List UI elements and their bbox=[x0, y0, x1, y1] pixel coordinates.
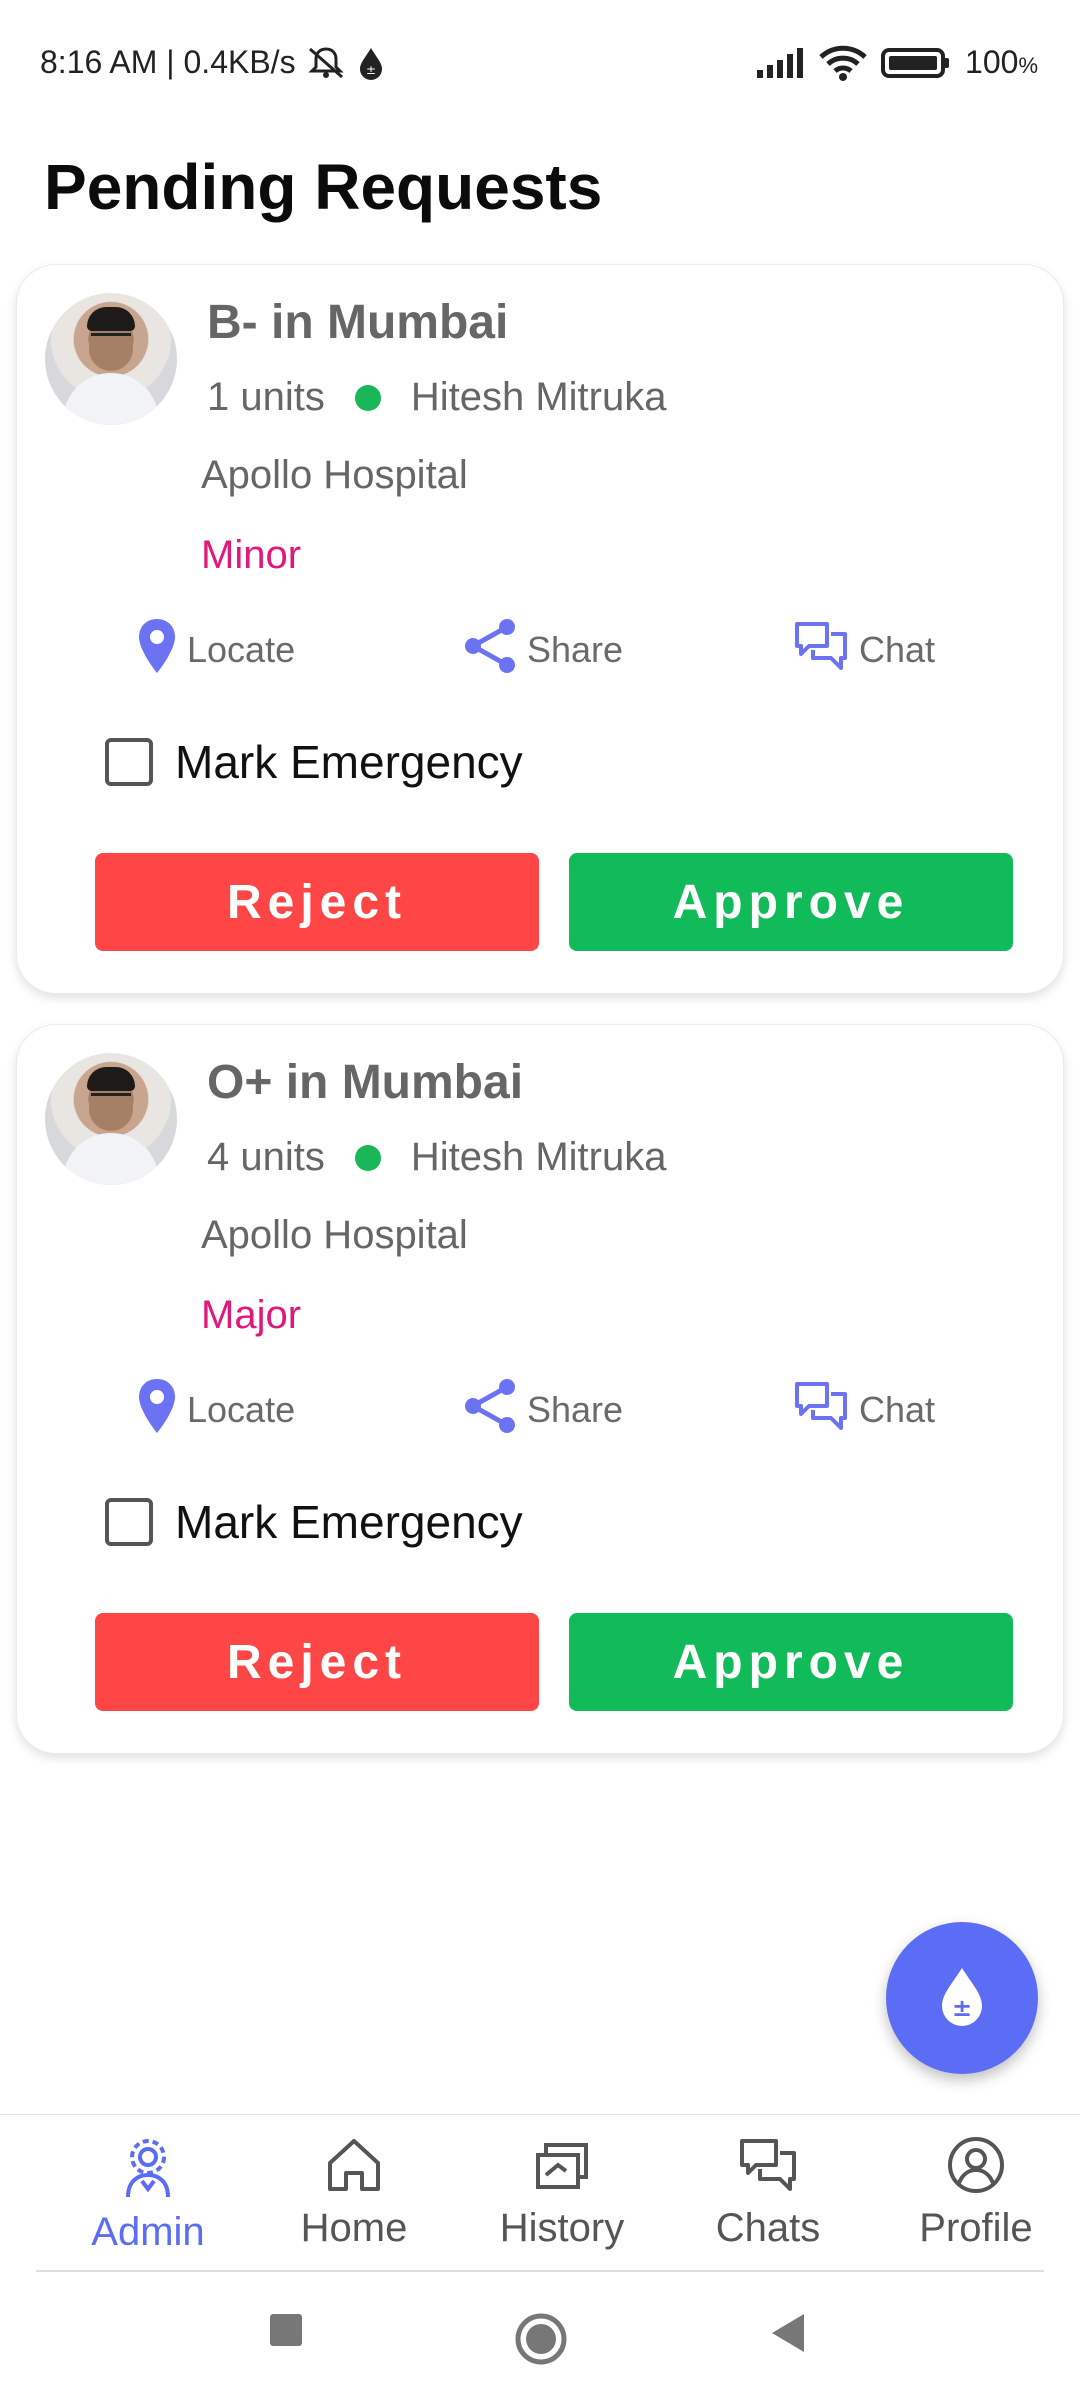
share-icon bbox=[463, 1377, 517, 1444]
request-card: O+ in Mumbai 4 units Hitesh Mitruka Apol… bbox=[16, 1024, 1064, 1754]
chat-button[interactable]: Chat bbox=[793, 1365, 935, 1455]
reject-button[interactable]: Reject bbox=[95, 853, 539, 951]
nav-home[interactable]: Home bbox=[254, 2135, 454, 2251]
share-icon bbox=[463, 617, 517, 684]
location-pin-icon bbox=[137, 1377, 177, 1444]
request-meta: 1 units Hitesh Mitruka bbox=[207, 375, 666, 420]
profile-icon bbox=[946, 2135, 1006, 2200]
nav-profile[interactable]: Profile bbox=[876, 2135, 1076, 2251]
home-system-button[interactable] bbox=[514, 2312, 568, 2371]
bottom-navigation: Admin Home History Chats Profile bbox=[0, 2114, 1080, 2274]
nav-chats[interactable]: Chats bbox=[668, 2135, 868, 2251]
back-button[interactable] bbox=[768, 2312, 808, 2359]
avatar bbox=[45, 293, 177, 425]
status-left: 8:16 AM | 0.4KB/s ± bbox=[40, 44, 386, 81]
chat-label: Chat bbox=[859, 1389, 936, 1430]
notification-mute-icon bbox=[306, 45, 346, 81]
reject-button[interactable]: Reject bbox=[95, 1613, 539, 1711]
share-button[interactable]: Share bbox=[463, 1365, 623, 1455]
nav-history-label: History bbox=[499, 2206, 625, 2250]
severity-label: Major bbox=[201, 1293, 302, 1337]
signal-icon bbox=[755, 47, 805, 78]
mark-emergency-checkbox[interactable] bbox=[105, 1498, 153, 1546]
status-dot bbox=[354, 1144, 381, 1171]
mark-emergency-row[interactable]: Mark Emergency bbox=[105, 735, 523, 789]
share-label: Share bbox=[527, 1389, 624, 1430]
admin-gear-person-icon bbox=[118, 2135, 178, 2204]
chat-icon bbox=[793, 618, 849, 683]
chat-icon bbox=[793, 1378, 849, 1443]
status-time-speed: 8:16 AM | 0.4KB/s bbox=[40, 44, 296, 80]
units-label: 1 units bbox=[207, 375, 325, 419]
svg-text:±: ± bbox=[366, 63, 376, 77]
hospital-name: Apollo Hospital bbox=[201, 1213, 468, 1257]
nav-chats-label: Chats bbox=[715, 2206, 821, 2250]
circle-icon bbox=[514, 2312, 568, 2371]
share-label: Share bbox=[527, 629, 624, 670]
nav-profile-label: Profile bbox=[919, 2206, 1033, 2250]
wifi-icon bbox=[819, 45, 867, 81]
nav-admin[interactable]: Admin bbox=[48, 2135, 248, 2255]
mark-emergency-checkbox[interactable] bbox=[105, 738, 153, 786]
home-icon bbox=[324, 2135, 384, 2200]
battery-icon bbox=[881, 46, 951, 80]
chats-icon bbox=[738, 2135, 798, 2200]
requester-name: Hitesh Mitruka bbox=[410, 1135, 667, 1179]
request-card: B- in Mumbai 1 units Hitesh Mitruka Apol… bbox=[16, 264, 1064, 994]
nav-home-label: Home bbox=[300, 2206, 408, 2250]
mark-emergency-row[interactable]: Mark Emergency bbox=[105, 1495, 523, 1549]
locate-label: Locate bbox=[187, 1389, 296, 1430]
back-triangle-icon bbox=[768, 2312, 808, 2359]
chat-button[interactable]: Chat bbox=[793, 605, 935, 695]
status-right: 100% bbox=[755, 44, 1038, 81]
blood-request-title: O+ in Mumbai bbox=[207, 1056, 524, 1109]
blood-request-title: B- in Mumbai bbox=[207, 296, 509, 349]
system-navigation bbox=[0, 2272, 1080, 2400]
location-pin-icon bbox=[137, 617, 177, 684]
request-meta: 4 units Hitesh Mitruka bbox=[207, 1135, 666, 1180]
units-label: 4 units bbox=[207, 1135, 325, 1179]
recents-button[interactable] bbox=[268, 2312, 304, 2353]
status-dot bbox=[354, 384, 381, 411]
blood-drop-plus-minus-icon: ± bbox=[934, 1964, 990, 2033]
mark-emergency-label: Mark Emergency bbox=[175, 1496, 523, 1548]
history-icon bbox=[532, 2135, 592, 2200]
battery-percent: 100% bbox=[965, 44, 1038, 80]
nav-admin-label: Admin bbox=[91, 2210, 205, 2254]
share-button[interactable]: Share bbox=[463, 605, 623, 695]
requester-name: Hitesh Mitruka bbox=[410, 375, 667, 419]
approve-button[interactable]: Approve bbox=[569, 853, 1013, 951]
mark-emergency-label: Mark Emergency bbox=[175, 736, 523, 788]
page-title: Pending Requests bbox=[44, 151, 603, 223]
severity-label: Minor bbox=[201, 533, 302, 577]
locate-button[interactable]: Locate bbox=[137, 1365, 295, 1455]
hospital-name: Apollo Hospital bbox=[201, 453, 468, 497]
add-blood-request-button[interactable]: ± bbox=[886, 1922, 1038, 2074]
status-bar: 8:16 AM | 0.4KB/s ± 100% bbox=[0, 0, 1080, 130]
approve-button[interactable]: Approve bbox=[569, 1613, 1013, 1711]
locate-label: Locate bbox=[187, 629, 296, 670]
chat-label: Chat bbox=[859, 629, 936, 670]
card-actions: Locate Share Chat bbox=[17, 1365, 1063, 1455]
locate-button[interactable]: Locate bbox=[137, 605, 295, 695]
nav-history[interactable]: History bbox=[462, 2135, 662, 2251]
square-icon bbox=[268, 2312, 304, 2353]
card-actions: Locate Share Chat bbox=[17, 605, 1063, 695]
drop-app-icon: ± bbox=[356, 46, 386, 80]
avatar bbox=[45, 1053, 177, 1185]
svg-text:±: ± bbox=[952, 1994, 972, 2022]
